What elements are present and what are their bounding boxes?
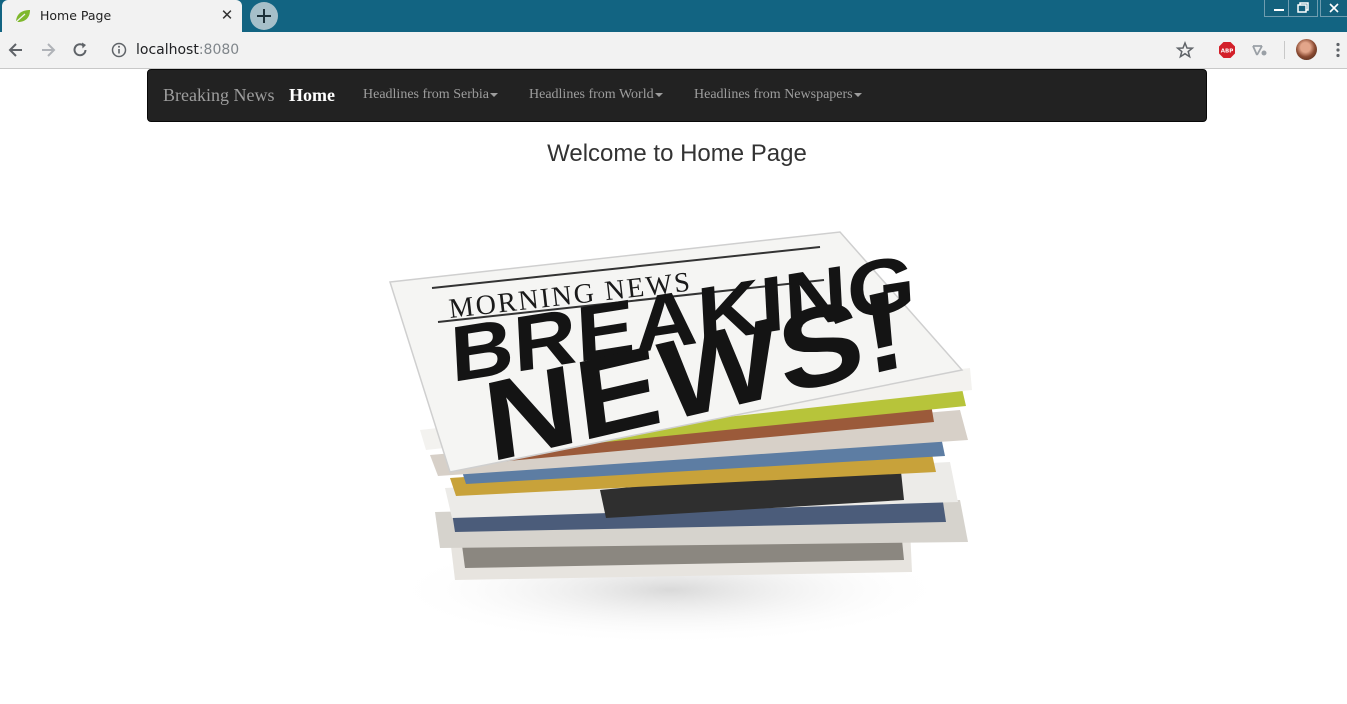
- url-host: localhost: [136, 42, 199, 58]
- menu-kebab-icon[interactable]: [1328, 40, 1347, 60]
- browser-titlebar: Home Page ✕: [0, 0, 1347, 32]
- site-navbar: Breaking News Home Headlines from Serbia…: [147, 69, 1207, 122]
- close-tab-icon[interactable]: ✕: [218, 6, 236, 24]
- dropdown-newspapers-label: Headlines from Newspapers: [694, 87, 853, 102]
- adblock-icon[interactable]: ABP: [1217, 40, 1237, 60]
- info-icon[interactable]: [110, 41, 128, 59]
- browser-tab[interactable]: Home Page ✕: [2, 0, 242, 32]
- dropdown-world[interactable]: Headlines from World: [529, 87, 663, 103]
- extension-icon[interactable]: [1249, 40, 1269, 60]
- back-arrow-icon[interactable]: [6, 40, 26, 60]
- close-icon: [1329, 3, 1339, 13]
- profile-avatar[interactable]: [1296, 39, 1317, 60]
- leaf-icon: [15, 10, 30, 23]
- plus-icon: [257, 9, 271, 23]
- bookmark-star-icon[interactable]: [1175, 40, 1195, 60]
- restore-button[interactable]: [1288, 0, 1318, 17]
- caret-down-icon: [853, 92, 862, 97]
- dropdown-serbia-label: Headlines from Serbia: [363, 87, 489, 102]
- newspaper-stack-image: MORNING NEWS BREAKING NEWS!: [389, 231, 972, 645]
- caret-down-icon: [489, 92, 498, 97]
- page-heading: Welcome to Home Page: [547, 140, 807, 167]
- url-port: :8080: [198, 42, 240, 58]
- tab-title: Home Page: [40, 8, 112, 23]
- svg-text:ABP: ABP: [1221, 49, 1233, 55]
- dropdown-serbia[interactable]: Headlines from Serbia: [363, 87, 498, 103]
- navbar-brand[interactable]: Breaking News: [163, 85, 274, 106]
- new-tab-button[interactable]: [250, 2, 278, 30]
- browser-toolbar: localhost:8080 ABP: [0, 32, 1347, 69]
- dropdown-world-label: Headlines from World: [529, 87, 654, 102]
- nav-home-link[interactable]: Home: [289, 85, 335, 106]
- toolbar-separator: [1284, 41, 1285, 59]
- close-window-button[interactable]: [1320, 0, 1347, 17]
- restore-icon: [1297, 2, 1309, 13]
- address-bar[interactable]: localhost:8080: [136, 42, 239, 58]
- caret-down-icon: [654, 92, 663, 97]
- reload-icon[interactable]: [70, 40, 90, 60]
- dropdown-newspapers[interactable]: Headlines from Newspapers: [694, 87, 862, 103]
- forward-arrow-icon[interactable]: [38, 40, 58, 60]
